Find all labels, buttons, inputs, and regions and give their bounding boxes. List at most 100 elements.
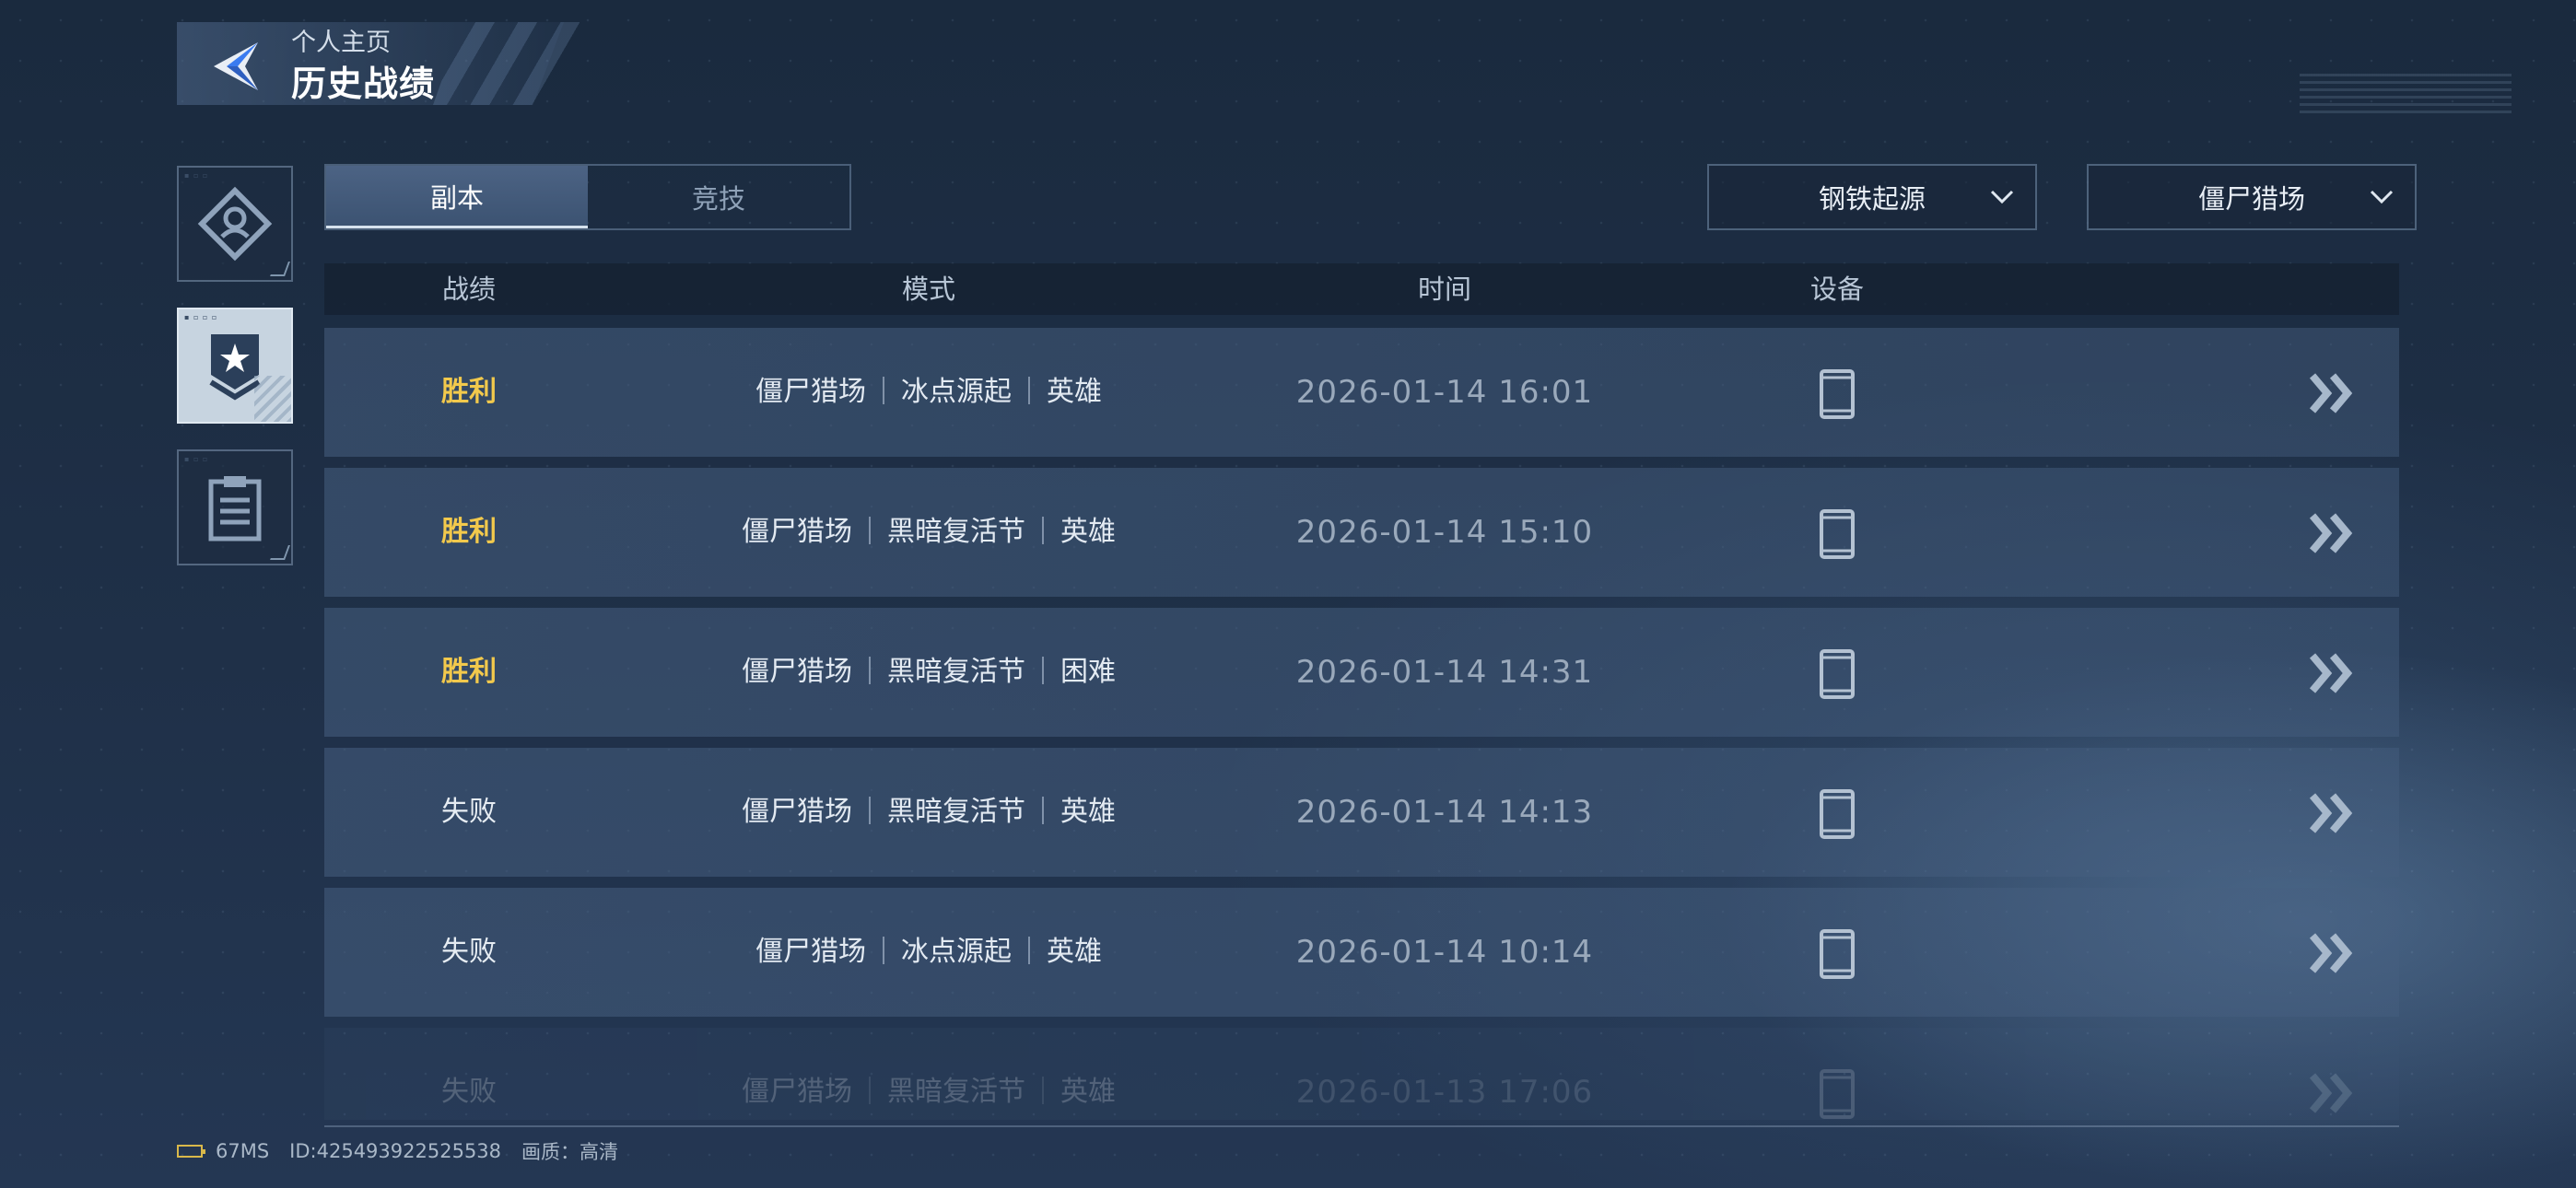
sidebar-active-stripes [254, 376, 291, 422]
sidebar-corner [270, 262, 290, 276]
mode-separator [869, 797, 871, 824]
table-row[interactable]: 失败 僵尸猎场 黑暗复活节 英雄 2026-01-13 17:06 [324, 1028, 2399, 1120]
mode-part: 英雄 [1047, 376, 1102, 408]
mode-dropdown-value: 僵尸猎场 [2197, 183, 2305, 215]
mode-text: 僵尸猎场 黑暗复活节 困难 [742, 608, 1116, 737]
clipboard-icon [208, 476, 262, 542]
time-text: 2026-01-14 15:10 [1295, 514, 1594, 551]
tab-dungeon[interactable]: 副本 [326, 166, 588, 228]
chevron-down-icon [1990, 190, 2014, 204]
mode-tabs: 副本 竞技 [324, 164, 851, 230]
column-header-time: 时间 [1417, 274, 1472, 305]
double-chevron-right-icon[interactable] [2309, 792, 2357, 838]
phone-icon [1819, 508, 1856, 564]
table-row[interactable]: 胜利 僵尸猎场 黑暗复活节 英雄 2026-01-14 15:10 [324, 468, 2399, 597]
mode-part: 冰点源起 [901, 376, 1012, 408]
mode-part: 英雄 [1060, 796, 1116, 828]
mode-separator [1028, 937, 1030, 964]
sidebar-tiny-label: ▪ ▫ ▫ [184, 171, 209, 180]
mode-separator [1042, 797, 1044, 824]
list-bottom-divider [324, 1125, 2399, 1127]
history-record-screen: 个人主页 历史战绩 ▪ ▫ ▫ ▪ ▫ ▫ ▫ ▪ ▫ ▫ 副本 竞技 钢铁起源… [0, 0, 2576, 1188]
tab-arena[interactable]: 竞技 [588, 166, 849, 228]
double-chevron-right-icon[interactable] [2309, 512, 2357, 558]
column-header-device: 设备 [1809, 274, 1865, 305]
sidebar-item-history[interactable]: ▪ ▫ ▫ ▫ [177, 308, 293, 424]
quality-text: 画质：高清 [521, 1141, 619, 1163]
phone-icon [1819, 1068, 1856, 1124]
mode-part: 困难 [1060, 656, 1116, 688]
page-title: 历史战绩 [291, 64, 436, 104]
mode-part: 黑暗复活节 [887, 1076, 1025, 1108]
result-text: 胜利 [441, 376, 497, 408]
sidebar-tiny-label: ▪ ▫ ▫ ▫ [184, 313, 218, 321]
table-row[interactable]: 失败 僵尸猎场 冰点源起 英雄 2026-01-14 10:14 [324, 888, 2399, 1017]
chevron-down-icon [2370, 190, 2394, 204]
header-subtitle: 个人主页 [291, 29, 391, 57]
mode-part: 黑暗复活节 [887, 656, 1025, 688]
mode-separator [883, 377, 884, 404]
mode-part: 僵尸猎场 [755, 376, 866, 408]
phone-icon [1819, 788, 1856, 844]
mode-dropdown[interactable]: 僵尸猎场 [2087, 164, 2417, 230]
profile-badge-icon [197, 186, 273, 262]
mode-text: 僵尸猎场 冰点源起 英雄 [755, 888, 1102, 1017]
player-id-text: ID:425493922525538 [289, 1140, 502, 1162]
sidebar-item-records[interactable]: ▪ ▫ ▫ [177, 449, 293, 565]
phone-icon [1819, 928, 1856, 984]
mode-text: 僵尸猎场 黑暗复活节 英雄 [742, 1028, 1116, 1157]
back-arrow-icon [214, 42, 258, 90]
time-text: 2026-01-14 14:31 [1295, 654, 1594, 691]
mode-part: 僵尸猎场 [742, 796, 852, 828]
mode-separator [869, 657, 871, 684]
result-text: 胜利 [441, 516, 497, 548]
mode-part: 英雄 [1060, 1076, 1116, 1108]
mode-part: 僵尸猎场 [742, 656, 852, 688]
battery-icon [177, 1145, 205, 1158]
mode-part: 僵尸猎场 [742, 1076, 852, 1108]
mode-separator [883, 937, 884, 964]
mode-separator [869, 1077, 871, 1104]
sidebar-tiny-label: ▪ ▫ ▫ [184, 455, 209, 463]
time-text: 2026-01-13 17:06 [1295, 1074, 1594, 1111]
status-bar: 67MS ID:425493922525538 画质：高清 [177, 1138, 638, 1164]
mode-part: 僵尸猎场 [755, 936, 866, 968]
sidebar-corner [270, 545, 290, 560]
table-row[interactable]: 胜利 僵尸猎场 黑暗复活节 困难 2026-01-14 14:31 [324, 608, 2399, 737]
time-text: 2026-01-14 14:13 [1295, 794, 1594, 831]
result-text: 失败 [441, 796, 497, 828]
back-button[interactable] [205, 35, 267, 98]
result-text: 胜利 [441, 656, 497, 688]
double-chevron-right-icon[interactable] [2309, 652, 2357, 698]
mode-part: 英雄 [1047, 936, 1102, 968]
table-row[interactable]: 胜利 僵尸猎场 冰点源起 英雄 2026-01-14 16:01 [324, 328, 2399, 457]
result-text: 失败 [441, 936, 497, 968]
column-header-result: 战绩 [441, 274, 497, 305]
ping-text: 67MS [216, 1140, 270, 1162]
mode-text: 僵尸猎场 冰点源起 英雄 [755, 328, 1102, 457]
season-dropdown[interactable]: 钢铁起源 [1707, 164, 2037, 230]
mode-part: 僵尸猎场 [742, 516, 852, 548]
time-text: 2026-01-14 16:01 [1295, 374, 1594, 411]
mode-separator [1042, 1077, 1044, 1104]
column-header-mode: 模式 [901, 274, 956, 305]
double-chevron-right-icon[interactable] [2309, 932, 2357, 978]
mode-part: 英雄 [1060, 516, 1116, 548]
mode-text: 僵尸猎场 黑暗复活节 英雄 [742, 468, 1116, 597]
phone-icon [1819, 648, 1856, 704]
table-header: 战绩 模式 时间 设备 [324, 263, 2399, 315]
mode-text: 僵尸猎场 黑暗复活节 英雄 [742, 748, 1116, 877]
mode-part: 冰点源起 [901, 936, 1012, 968]
mode-part: 黑暗复活节 [887, 516, 1025, 548]
time-text: 2026-01-14 10:14 [1295, 934, 1594, 971]
mode-separator [1028, 377, 1030, 404]
double-chevron-right-icon[interactable] [2309, 1072, 2357, 1118]
season-dropdown-value: 钢铁起源 [1818, 183, 1926, 215]
table-row[interactable]: 失败 僵尸猎场 黑暗复活节 英雄 2026-01-14 14:13 [324, 748, 2399, 877]
double-chevron-right-icon[interactable] [2309, 372, 2357, 418]
result-text: 失败 [441, 1076, 497, 1108]
sidebar-item-profile[interactable]: ▪ ▫ ▫ [177, 166, 293, 282]
mode-part: 黑暗复活节 [887, 796, 1025, 828]
mode-separator [1042, 517, 1044, 544]
mode-separator [1042, 657, 1044, 684]
